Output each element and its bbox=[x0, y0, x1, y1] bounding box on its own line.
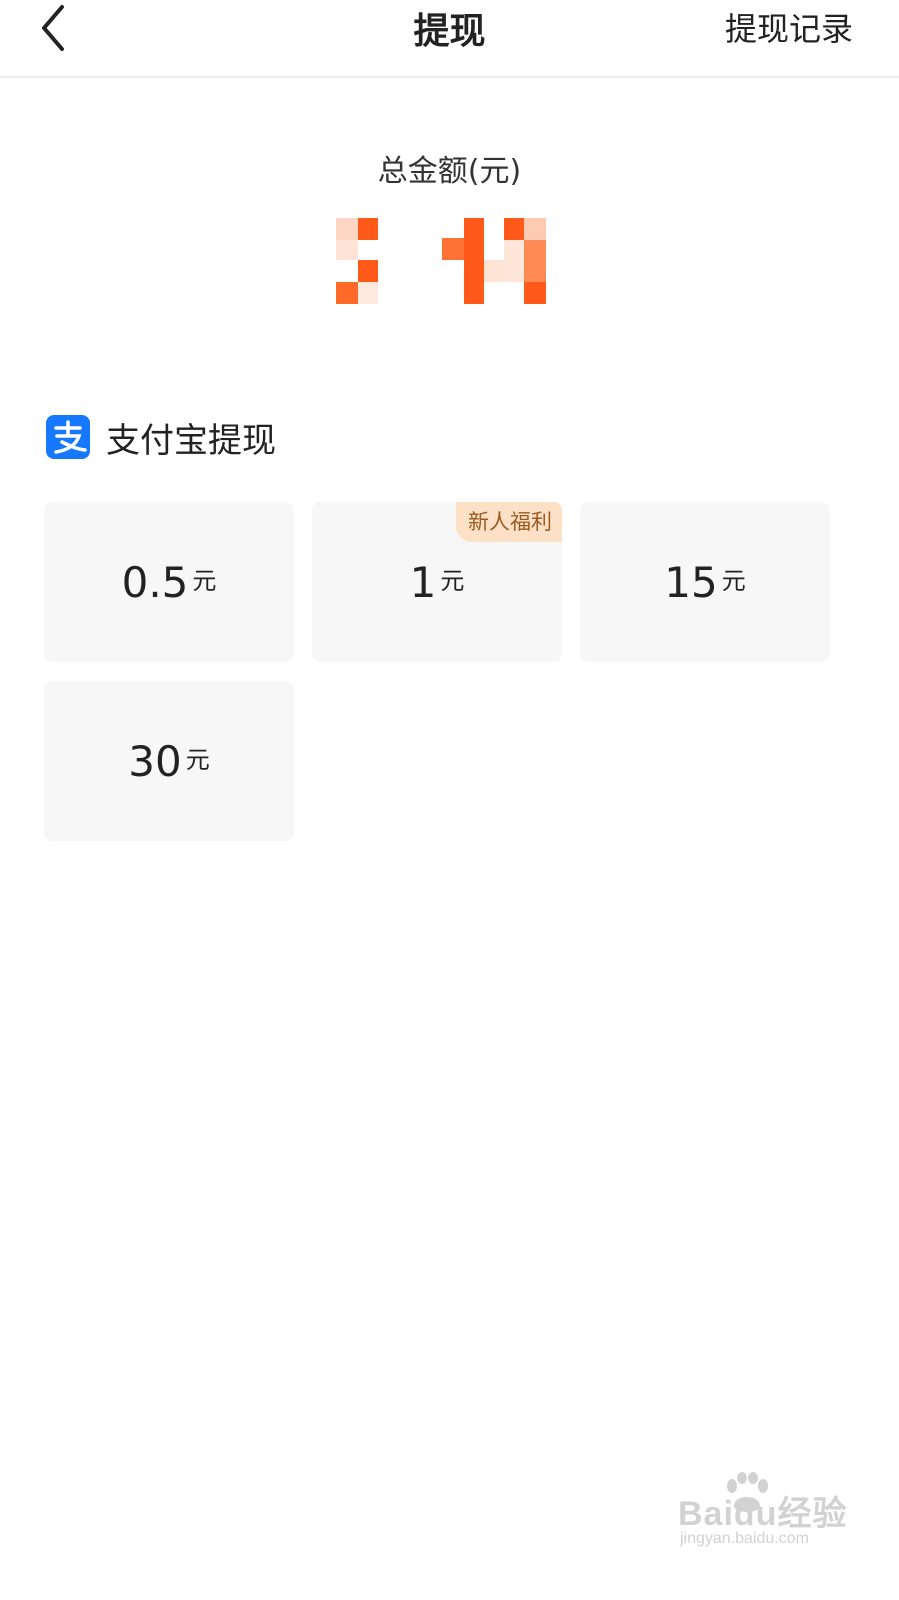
option-unit: 元 bbox=[192, 566, 217, 595]
watermark-url: jingyan.baidu.com bbox=[680, 1530, 809, 1547]
watermark-brand: Baidu经验 bbox=[678, 1495, 848, 1533]
amount-option-30[interactable]: 30 元 bbox=[44, 681, 294, 841]
balance-amount-pixelated bbox=[336, 218, 546, 304]
chevron-left-icon bbox=[42, 5, 64, 51]
total-amount-label: 总金额(元) bbox=[377, 154, 522, 189]
option-value: 1 bbox=[409, 557, 437, 607]
option-unit: 元 bbox=[440, 566, 465, 595]
new-user-badge: 新人福利 bbox=[456, 502, 562, 542]
option-unit: 元 bbox=[185, 745, 210, 774]
option-value: 30 bbox=[128, 736, 182, 786]
baidu-jingyan-watermark: Baidu经验 jingyan.baidu.com bbox=[678, 1472, 848, 1552]
back-button[interactable] bbox=[28, 0, 78, 56]
amount-option-1[interactable]: 新人福利 1 元 bbox=[312, 502, 562, 662]
amount-option-15[interactable]: 15 元 bbox=[580, 502, 830, 662]
option-unit: 元 bbox=[721, 566, 746, 595]
alipay-method-label: 支付宝提现 bbox=[106, 420, 276, 461]
amount-option-0-5[interactable]: 0.5 元 bbox=[44, 502, 294, 662]
withdraw-records-link[interactable]: 提现记录 bbox=[725, 4, 853, 50]
alipay-icon bbox=[46, 415, 90, 459]
nav-bar: 提现 提现记录 bbox=[0, 0, 899, 78]
option-value: 15 bbox=[664, 557, 718, 607]
option-value: 0.5 bbox=[121, 557, 189, 607]
alipay-method-row: 支付宝提现 bbox=[46, 414, 276, 461]
